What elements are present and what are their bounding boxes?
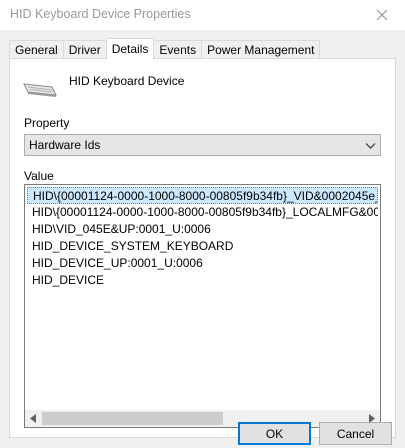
keyboard-icon: [23, 83, 57, 97]
cancel-button[interactable]: Cancel: [319, 422, 392, 445]
property-dropdown[interactable]: Hardware Ids: [24, 134, 381, 156]
tab-driver[interactable]: Driver: [62, 40, 107, 59]
tab-events[interactable]: Events: [153, 40, 203, 59]
list-item[interactable]: HID_DEVICE_SYSTEM_KEYBOARD: [27, 238, 378, 255]
property-label: Property: [24, 116, 70, 130]
close-button[interactable]: [359, 0, 405, 30]
tab-details[interactable]: Details: [105, 38, 155, 59]
property-dropdown-value: Hardware Ids: [29, 138, 101, 152]
value-listbox[interactable]: HID\{00001124-0000-1000-8000-00805f9b34f…: [24, 184, 381, 428]
list-item[interactable]: HID_DEVICE_UP:0001_U:0006: [27, 255, 378, 272]
list-item[interactable]: HID_DEVICE: [27, 272, 378, 289]
tab-general[interactable]: General: [9, 40, 64, 59]
window-title: HID Keyboard Device Properties: [10, 7, 191, 21]
value-label: Value: [24, 169, 54, 183]
dialog-body: General Driver Details Events Power Mana…: [0, 30, 405, 448]
title-bar: HID Keyboard Device Properties: [0, 0, 405, 30]
list-item[interactable]: HID\{00001124-0000-1000-8000-00805f9b34f…: [27, 204, 378, 221]
list-item[interactable]: HID\VID_045E&UP:0001_U:0006: [27, 221, 378, 238]
chevron-left-icon: [30, 414, 36, 423]
tab-strip: General Driver Details Events Power Mana…: [9, 38, 321, 59]
ok-button[interactable]: OK: [238, 422, 311, 445]
device-name: HID Keyboard Device: [69, 74, 185, 88]
close-icon: [376, 9, 388, 21]
tab-power-management[interactable]: Power Management: [201, 40, 321, 59]
scroll-left-button[interactable]: [25, 410, 42, 427]
list-item[interactable]: HID\{00001124-0000-1000-8000-00805f9b34f…: [27, 187, 378, 204]
chevron-down-icon: [365, 143, 376, 149]
details-panel: HID Keyboard Device Property Hardware Id…: [9, 58, 396, 438]
scroll-thumb[interactable]: [42, 412, 223, 425]
